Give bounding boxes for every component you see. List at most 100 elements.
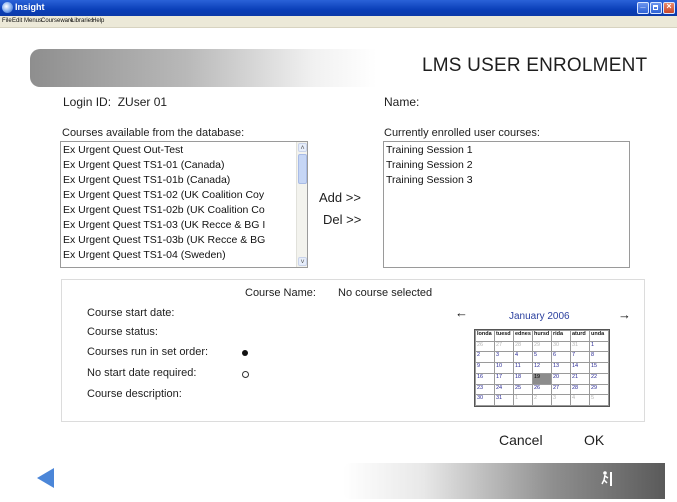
calendar-day-selected[interactable]: 19 — [532, 372, 552, 385]
list-item[interactable]: Ex Urgent Quest TS1-03b (UK Recce & BG — [63, 234, 265, 246]
calendar-day[interactable]: 4 — [570, 394, 590, 406]
calendar-day[interactable]: 23 — [475, 383, 495, 396]
calendar-day[interactable]: 3 — [551, 394, 571, 406]
list-item[interactable]: Ex Urgent Quest TS1-01 (Canada) — [63, 159, 224, 171]
exit-door-icon[interactable] — [600, 470, 616, 488]
calendar-day[interactable]: 11 — [513, 362, 533, 374]
calendar-day[interactable]: 4 — [513, 351, 533, 364]
minimize-button[interactable]: _ — [637, 0, 649, 14]
list-item[interactable]: Ex Urgent Quest Out-Test — [63, 144, 183, 156]
calendar-day[interactable]: 10 — [494, 362, 514, 374]
menu-help[interactable]: Help — [92, 18, 104, 24]
bottom-nav-bar — [343, 463, 665, 499]
calendar-day[interactable]: 20 — [551, 372, 571, 385]
list-item[interactable]: Training Session 3 — [386, 174, 473, 186]
calendar-day[interactable]: 12 — [532, 362, 552, 374]
calendar-day[interactable]: 1 — [513, 394, 533, 406]
menu-menus[interactable]: Menus — [24, 18, 42, 24]
close-button[interactable]: × — [663, 1, 675, 14]
back-arrow-icon[interactable] — [37, 468, 54, 488]
no-start-date-radio[interactable] — [242, 371, 249, 378]
calendar-day[interactable]: 14 — [570, 362, 590, 374]
calendar-day[interactable]: 2 — [475, 351, 495, 364]
menu-libraries[interactable]: Libraries — [71, 18, 94, 24]
course-description-label: Course description: — [87, 388, 182, 400]
calendar-day[interactable]: 5 — [589, 394, 609, 406]
scroll-down-icon[interactable]: ˅ — [298, 257, 307, 266]
window-title: Insight — [15, 2, 45, 12]
list-item[interactable]: Ex Urgent Quest TS1-01b (Canada) — [63, 174, 230, 186]
list-item[interactable]: Training Session 2 — [386, 159, 473, 171]
calendar-day[interactable]: 26 — [532, 383, 552, 396]
course-status-label: Course status: — [87, 326, 158, 338]
calendar-day-header: hursd — [532, 330, 552, 342]
cancel-button[interactable]: Cancel — [499, 432, 543, 448]
add-course-button[interactable]: Add >> — [319, 190, 361, 205]
remove-course-button[interactable]: Del >> — [323, 212, 361, 227]
calendar-day[interactable]: 31 — [494, 394, 514, 406]
calendar-day[interactable]: 2 — [532, 394, 552, 406]
available-list-scrollbar[interactable]: ˄ ˅ — [296, 142, 307, 267]
calendar-day[interactable]: 13 — [551, 362, 571, 374]
scroll-up-icon[interactable]: ˄ — [298, 143, 307, 152]
scroll-thumb[interactable] — [298, 154, 307, 184]
calendar-day[interactable]: 24 — [494, 383, 514, 396]
calendar-day[interactable]: 16 — [475, 372, 495, 385]
calendar-day-header: unda — [589, 330, 609, 342]
calendar-day[interactable]: 7 — [570, 351, 590, 364]
name-label: Name: — [384, 95, 420, 109]
enrolled-courses-label: Currently enrolled user courses: — [384, 127, 540, 139]
enrolled-courses-list[interactable]: Training Session 1 Training Session 2 Tr… — [383, 141, 630, 268]
calendar-day[interactable]: 25 — [513, 383, 533, 396]
calendar-day[interactable]: 9 — [475, 362, 495, 374]
calendar-day-header: tuesd — [494, 330, 514, 342]
available-courses-label: Courses available from the database: — [62, 127, 245, 139]
calendar-prev-icon[interactable]: ← — [455, 305, 468, 320]
available-courses-list[interactable]: Ex Urgent Quest Out-Test Ex Urgent Quest… — [60, 141, 308, 268]
list-item[interactable]: Ex Urgent Quest TS1-02b (UK Coalition Co — [63, 204, 265, 216]
calendar-next-icon[interactable]: → — [618, 307, 631, 322]
calendar-day-header: rida — [551, 330, 571, 342]
calendar-day[interactable]: 29 — [589, 383, 609, 396]
list-item[interactable]: Ex Urgent Quest TS1-04 (Sweden) — [63, 249, 226, 261]
list-item[interactable]: Training Session 1 — [386, 144, 473, 156]
app-icon — [2, 2, 13, 13]
calendar-day-header: londa — [475, 330, 495, 342]
calendar-day-header: ednes — [513, 330, 533, 342]
menu-edit[interactable]: Edit — [12, 18, 22, 24]
calendar-day[interactable]: 26 — [475, 340, 495, 353]
calendar-day[interactable]: 17 — [494, 372, 514, 385]
course-name-value: No course selected — [338, 287, 433, 299]
menu-bar: File Edit Menus Courseware Libraries Hel… — [0, 16, 677, 28]
list-item[interactable]: Ex Urgent Quest TS1-03 (UK Recce & BG I — [63, 219, 265, 231]
list-item[interactable]: Ex Urgent Quest TS1-02 (UK Coalition Coy — [63, 189, 264, 201]
calendar-day-header: aturd — [570, 330, 590, 342]
calendar-day[interactable]: 30 — [551, 340, 571, 353]
maximize-button[interactable] — [650, 2, 662, 14]
login-id-value: ZUser 01 — [117, 95, 168, 109]
calendar-day[interactable]: 6 — [551, 351, 571, 364]
menu-courseware[interactable]: Courseware — [41, 18, 73, 24]
calendar-day[interactable]: 18 — [513, 372, 533, 385]
ok-button[interactable]: OK — [584, 432, 604, 448]
calendar-day[interactable]: 27 — [494, 340, 514, 353]
calendar-day[interactable]: 27 — [551, 383, 571, 396]
set-order-radio[interactable] — [242, 350, 248, 356]
calendar-day[interactable]: 28 — [570, 383, 590, 396]
calendar-day[interactable]: 15 — [589, 362, 609, 374]
calendar-day[interactable]: 21 — [570, 372, 590, 385]
calendar-day[interactable]: 28 — [513, 340, 533, 353]
calendar-day[interactable]: 29 — [532, 340, 552, 353]
calendar-day[interactable]: 1 — [589, 340, 609, 353]
menu-file[interactable]: File — [2, 18, 12, 24]
calendar-day[interactable]: 30 — [475, 394, 495, 406]
course-start-date-label: Course start date: — [87, 307, 175, 319]
calendar-day[interactable]: 5 — [532, 351, 552, 364]
calendar-day[interactable]: 3 — [494, 351, 514, 364]
calendar-day[interactable]: 31 — [570, 340, 590, 353]
course-name-label: Course Name: — [245, 287, 316, 299]
calendar-day[interactable]: 8 — [589, 351, 609, 364]
calendar-day[interactable]: 22 — [589, 372, 609, 385]
no-start-date-label: No start date required: — [87, 367, 197, 379]
calendar-grid[interactable]: londa tuesd ednes hursd rida aturd unda … — [474, 329, 610, 407]
